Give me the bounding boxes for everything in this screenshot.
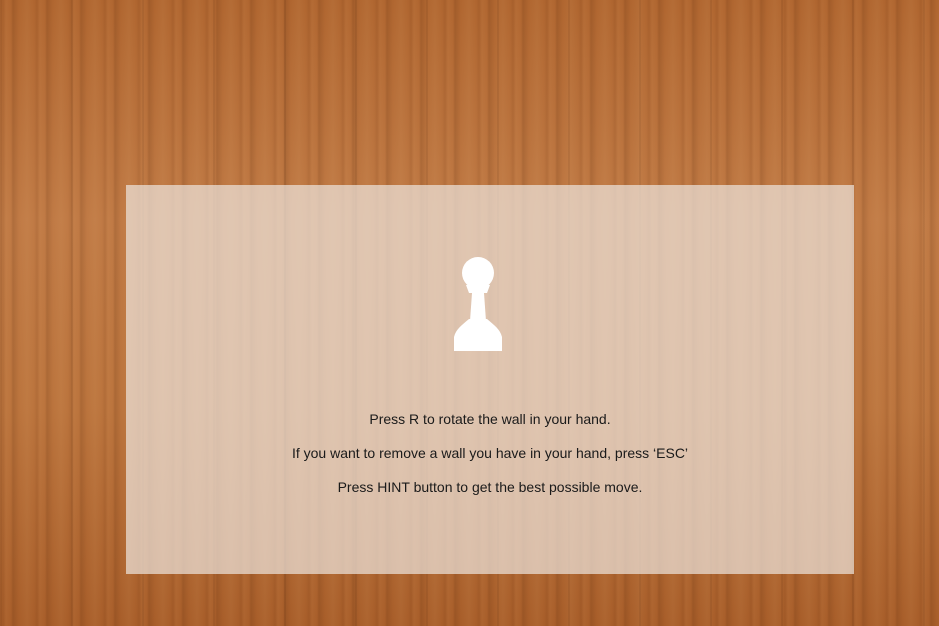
instruction-rotate-wall: Press R to rotate the wall in your hand. — [369, 411, 611, 427]
pawn-icon — [454, 257, 502, 351]
game-screen: { "help_overlay": { "icon": "pawn-icon",… — [0, 0, 939, 626]
instruction-remove-wall: If you want to remove a wall you have in… — [291, 445, 689, 461]
help-overlay-panel: Press R to rotate the wall in your hand.… — [126, 185, 854, 574]
instruction-hint: Press HINT button to get the best possib… — [337, 479, 643, 495]
instructions-text: Press R to rotate the wall in your hand.… — [126, 409, 854, 511]
